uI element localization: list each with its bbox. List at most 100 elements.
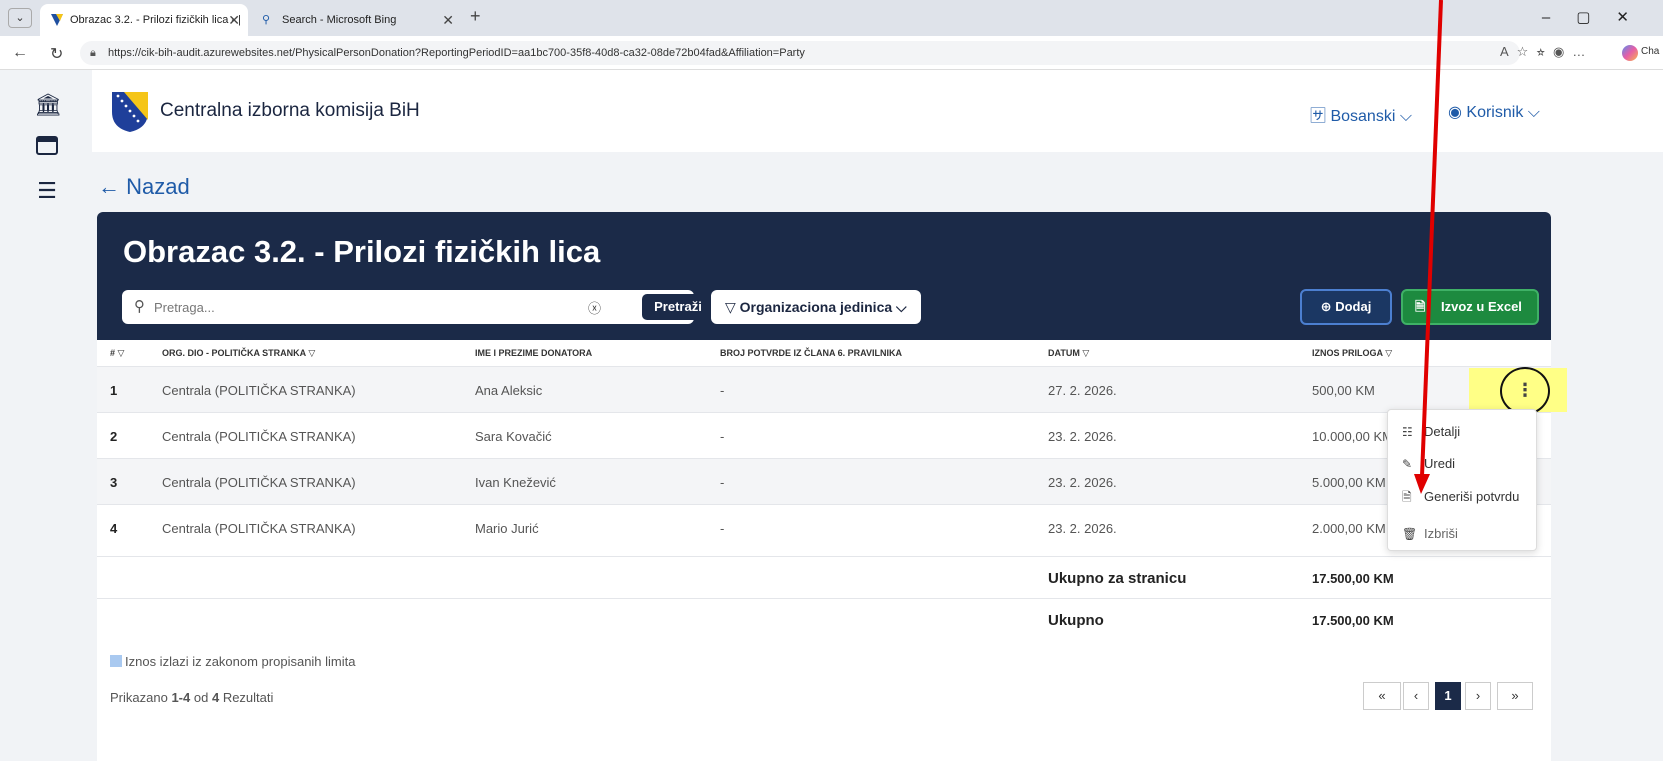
- tab-title: Search - Microsoft Bing: [282, 14, 397, 26]
- page-1-button[interactable]: 1: [1435, 682, 1461, 710]
- copilot-icon[interactable]: [1622, 45, 1638, 61]
- user-label: Korisnik: [1466, 104, 1524, 121]
- card-header: Obrazac 3.2. - Prilozi fizičkih lica ⚲ ⓧ…: [97, 212, 1551, 340]
- left-arrow-icon: ←: [98, 174, 127, 199]
- row-org: Centrala (POLITIČKA STRANKA): [162, 475, 356, 490]
- row-org: Centrala (POLITIČKA STRANKA): [162, 383, 356, 398]
- language-label: Bosanski: [1330, 108, 1396, 125]
- browser-tab-bing[interactable]: ⚲ Search - Microsoft Bing ✕: [252, 4, 462, 36]
- legend-swatch: [110, 655, 122, 667]
- new-tab-button[interactable]: +: [470, 6, 481, 27]
- col-donor: IME I PREZIME DONATORA: [475, 348, 593, 358]
- user-menu[interactable]: ◉ Korisnik ⌵: [1448, 102, 1540, 122]
- details-icon: ☷: [1402, 425, 1413, 439]
- grand-total-row: Ukupno 17.500,00 KM: [97, 598, 1551, 640]
- search-button[interactable]: Pretraži: [642, 294, 714, 320]
- browser-toolbar-icons[interactable]: A☆⭐︎◉…: [1500, 44, 1593, 60]
- search-box: ⚲ ⓧ Pretraži: [122, 290, 714, 324]
- calendar-icon[interactable]: [34, 134, 60, 160]
- row-org: Centrala (POLITIČKA STRANKA): [162, 521, 356, 536]
- org-unit-filter[interactable]: ▽ Organizaciona jedinica ⌵: [711, 290, 921, 324]
- close-tab-icon[interactable]: ✕: [442, 4, 454, 36]
- row-date: 23. 2. 2026.: [1048, 475, 1117, 490]
- close-tab-icon[interactable]: ✕: [228, 4, 240, 36]
- col-amount[interactable]: IZNOS PRILOGA ▽: [1312, 348, 1392, 359]
- menu-item-delete[interactable]: 🗑︎ Izbriši: [1402, 526, 1458, 541]
- menu-item-details[interactable]: ☷ Detalji: [1402, 424, 1460, 439]
- row-donor: Mario Jurić: [475, 521, 539, 536]
- table-row[interactable]: 4 Centrala (POLITIČKA STRANKA) Mario Jur…: [97, 504, 1551, 550]
- language-selector[interactable]: 🈂︎ Bosanski ⌵: [1310, 102, 1412, 126]
- url-text: https://cik-bih-audit.azurewebsites.net/…: [108, 47, 805, 59]
- export-excel-button[interactable]: 🗎 Izvoz u Excel: [1401, 289, 1539, 325]
- menu-item-edit[interactable]: ✎ Uredi: [1402, 456, 1455, 471]
- table-header: # ▽ ORG. DIO - POLITIČKA STRANKA ▽ IME I…: [97, 340, 1551, 366]
- col-date[interactable]: DATUM ▽: [1048, 348, 1089, 359]
- back-link[interactable]: ← Nazad: [98, 174, 190, 200]
- row-date: 27. 2. 2026.: [1048, 383, 1117, 398]
- filter-icon: ▽: [308, 348, 316, 358]
- copilot-label[interactable]: Cha: [1641, 46, 1659, 57]
- add-button[interactable]: ⊕ Dodaj: [1300, 289, 1392, 325]
- left-rail: 🏛︎ ☰: [0, 70, 92, 761]
- page-title: Obrazac 3.2. - Prilozi fizičkih lica: [123, 234, 601, 269]
- row-amount: 2.000,00 KM: [1312, 521, 1386, 536]
- last-page-button[interactable]: »: [1497, 682, 1533, 710]
- grand-total-label: Ukupno: [1048, 612, 1104, 629]
- legend-label: Iznos izlazi iz zakonom propisanih limit…: [125, 654, 356, 669]
- col-org[interactable]: ORG. DIO - POLITIČKA STRANKA ▽: [162, 348, 315, 359]
- page-total-value: 17.500,00 KM: [1312, 571, 1394, 586]
- window-controls[interactable]: –▢✕: [1542, 8, 1655, 26]
- row-donor: Ana Aleksic: [475, 383, 543, 398]
- col-confirmation: BROJ POTVRDE IZ ČLANA 6. PRAVILNIKA: [720, 348, 903, 358]
- export-label: Izvoz u Excel: [1441, 299, 1522, 314]
- tab-actions-menu[interactable]: ⌄: [8, 8, 32, 28]
- next-page-button[interactable]: ›: [1465, 682, 1491, 710]
- row-donor: Ivan Knežević: [475, 475, 556, 490]
- filter-icon: ▽: [1082, 348, 1090, 358]
- row-confirmation: -: [720, 383, 725, 398]
- bih-coat-of-arms-icon: [112, 92, 148, 132]
- row-amount: 5.000,00 KM: [1312, 475, 1386, 490]
- search-icon: ⚲: [262, 14, 271, 26]
- menu-item-generate-receipt[interactable]: 🗎 Generiši potvrdu: [1402, 488, 1519, 509]
- page-total-label: Ukupno za stranicu: [1048, 570, 1187, 587]
- org-name: Centralna izborna komisija BiH: [160, 100, 420, 121]
- page-total-row: Ukupno za stranicu 17.500,00 KM: [97, 556, 1551, 598]
- table-row[interactable]: 2 Centrala (POLITIČKA STRANKA) Sara Kova…: [97, 412, 1551, 458]
- refresh-icon[interactable]: ↻: [50, 44, 63, 64]
- edit-icon: ✎: [1402, 457, 1413, 471]
- add-label: Dodaj: [1335, 299, 1372, 314]
- app-header: Centralna izborna komisija BiH 🈂︎ Bosans…: [92, 70, 1663, 152]
- row-date: 23. 2. 2026.: [1048, 429, 1117, 444]
- institution-icon[interactable]: 🏛︎: [34, 92, 62, 118]
- chevron-down-icon: ⌵: [1399, 108, 1412, 125]
- row-number: 2: [110, 429, 118, 444]
- row-amount: 500,00 KM: [1312, 383, 1375, 398]
- filter-icon: ▽: [1385, 348, 1393, 358]
- col-number[interactable]: # ▽: [110, 348, 124, 359]
- row-org: Centrala (POLITIČKA STRANKA): [162, 429, 356, 444]
- search-input[interactable]: [154, 296, 574, 318]
- browser-tab-active[interactable]: Obrazac 3.2. - Prilozi fizičkih lica - |…: [40, 4, 248, 36]
- back-arrow-icon[interactable]: ←: [12, 44, 28, 62]
- table-row[interactable]: 3 Centrala (POLITIČKA STRANKA) Ivan Knež…: [97, 458, 1551, 504]
- list-icon[interactable]: ☰: [34, 178, 60, 204]
- first-page-button[interactable]: «: [1363, 682, 1401, 710]
- site-info-icon[interactable]: 🔒︎: [90, 41, 96, 65]
- row-number: 3: [110, 475, 118, 490]
- row-date: 23. 2. 2026.: [1048, 521, 1117, 536]
- chevron-down-icon: ⌵: [896, 299, 907, 315]
- limit-legend: Iznos izlazi iz zakonom propisanih limit…: [110, 654, 355, 669]
- org-filter-label: Organizaciona jedinica: [739, 299, 893, 315]
- row-confirmation: -: [720, 475, 725, 490]
- row-confirmation: -: [720, 429, 725, 444]
- row-actions-kebab-icon[interactable]: ⋮: [1500, 367, 1550, 415]
- translate-icon: 🈂︎: [1310, 108, 1331, 125]
- row-number: 1: [110, 383, 118, 398]
- results-summary: Prikazano 1-4 od 4 Rezultati: [110, 690, 274, 705]
- table-row[interactable]: 1 Centrala (POLITIČKA STRANKA) Ana Aleks…: [97, 366, 1551, 412]
- url-field[interactable]: 🔒︎ https://cik-bih-audit.azurewebsites.n…: [80, 41, 1520, 65]
- prev-page-button[interactable]: ‹: [1403, 682, 1429, 710]
- clear-search-icon[interactable]: ⓧ: [588, 298, 601, 317]
